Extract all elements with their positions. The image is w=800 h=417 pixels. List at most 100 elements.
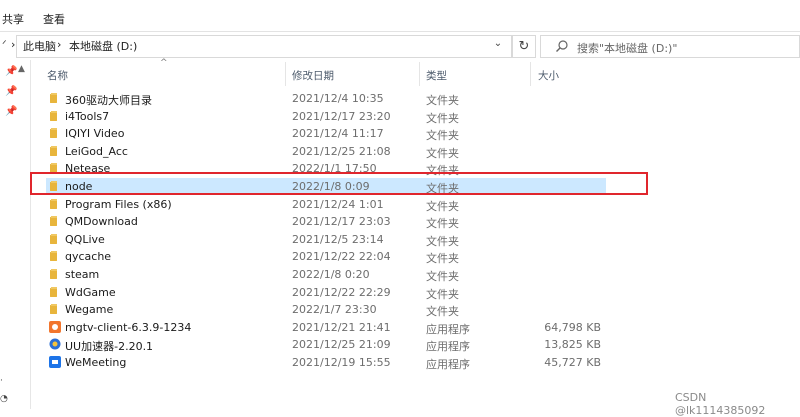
- folder-icon: [50, 233, 57, 244]
- file-date: 2021/12/17 23:20: [292, 109, 391, 123]
- pin-icon[interactable]: 📌: [5, 86, 17, 97]
- file-date: 2021/12/21 21:41: [292, 320, 391, 334]
- column-header-name[interactable]: 名称: [47, 68, 68, 83]
- file-size: 13,825 KB: [544, 338, 601, 352]
- file-row[interactable]: 360驱动大师目录 2021/12/4 10:35 文件夹: [46, 90, 606, 107]
- file-name: mgtv-client-6.3.9-1234: [65, 320, 192, 334]
- column-divider[interactable]: [419, 62, 420, 86]
- file-date: 2021/12/22 22:04: [292, 250, 391, 264]
- column-header-date[interactable]: 修改日期: [292, 68, 334, 83]
- file-date: 2021/12/4 10:35: [292, 92, 384, 105]
- mgtv-app-icon: [49, 320, 61, 333]
- navigation-pane[interactable]: 📌 📌 📌 ▲ · ◔: [0, 60, 31, 409]
- column-header-size[interactable]: 大小: [538, 68, 559, 83]
- file-date: 2021/12/5 23:14: [292, 232, 384, 246]
- folder-icon: [50, 269, 57, 279]
- folder-icon: [50, 304, 57, 315]
- folder-icon: [50, 251, 57, 262]
- file-name: QQLive: [65, 232, 105, 246]
- file-name: qycache: [65, 250, 112, 264]
- file-date: 2021/12/19 15:55: [292, 356, 391, 369]
- refresh-icon[interactable]: ↻: [512, 35, 536, 58]
- address-bar[interactable]: › 此电脑 › 本地磁盘 (D:): [11, 35, 512, 58]
- file-type: 文件夹: [426, 129, 459, 143]
- file-name: QMDownload: [65, 215, 138, 229]
- pin-icon[interactable]: 📌: [5, 66, 17, 77]
- file-row[interactable]: IQIYI Video 2021/12/4 11:17 文件夹: [46, 125, 606, 142]
- breadcrumb-this-pc[interactable]: 此电脑: [23, 38, 56, 54]
- file-name: UU加速器-2.20.1: [65, 340, 154, 354]
- breadcrumb-drive-d[interactable]: 本地磁盘 (D:): [69, 38, 137, 54]
- file-row[interactable]: mgtv-client-6.3.9-1234 2021/12/21 21:41 应用…: [46, 319, 606, 336]
- file-type: 文件夹: [426, 111, 459, 125]
- file-row[interactable]: Wegame 2022/1/7 23:30 文件夹: [46, 301, 606, 318]
- file-date: 2022/1/8 0:20: [292, 268, 370, 281]
- search-input[interactable]: 搜索"本地磁盘 (D:)": [540, 35, 800, 58]
- ribbon: ⁀ ⁀ 共享 查看: [0, 0, 800, 32]
- file-name: LeiGod_Acc: [65, 144, 128, 158]
- scroll-up-icon[interactable]: ▲: [18, 64, 25, 74]
- address-row: ᐟ › 此电脑 › 本地磁盘 (D:) ⌄ ↻ 搜索"本地磁盘 (D:)": [0, 32, 800, 60]
- file-date: 2021/12/4 11:17: [292, 127, 384, 141]
- file-type: 应用程序: [426, 322, 470, 336]
- breadcrumb-separator-icon[interactable]: ›: [57, 38, 61, 51]
- breadcrumb-chevron-icon[interactable]: ›: [11, 38, 15, 51]
- file-row[interactable]: WeMeeting 2021/12/19 15:55 应用程序 45,727 KB: [46, 354, 606, 371]
- file-row[interactable]: WdGame 2021/12/22 22:29 文件夹: [46, 284, 606, 301]
- file-name: 360驱动大师目录: [65, 94, 152, 107]
- file-type: 文件夹: [426, 217, 459, 231]
- file-row[interactable]: QQLive 2021/12/5 23:14 文件夹: [46, 231, 606, 248]
- nav-up-icon[interactable]: ᐟ: [2, 38, 7, 51]
- wemeeting-app-icon: [49, 356, 61, 368]
- file-date: 2021/12/22 22:29: [292, 285, 391, 299]
- nav-clipped-icon: ◔: [0, 394, 8, 404]
- search-icon: [556, 40, 568, 52]
- column-header-type[interactable]: 类型: [426, 68, 447, 83]
- file-row[interactable]: Program Files (x86) 2021/12/24 1:01 文件夹: [46, 196, 606, 213]
- file-type: 文件夹: [426, 146, 459, 160]
- file-name: Wegame: [65, 303, 114, 317]
- folder-icon: [50, 93, 57, 103]
- file-type: 应用程序: [426, 358, 470, 371]
- column-divider[interactable]: [530, 62, 531, 86]
- file-row[interactable]: UU加速器-2.20.1 2021/12/25 21:09 应用程序 13,825 K…: [46, 336, 606, 353]
- folder-icon: [50, 145, 57, 156]
- file-name: i4Tools7: [65, 109, 110, 123]
- file-row[interactable]: i4Tools7 2021/12/17 23:20 文件夹: [46, 108, 606, 125]
- file-size: 45,727 KB: [544, 356, 601, 369]
- address-dropdown-icon[interactable]: ⌄: [490, 38, 506, 54]
- file-row[interactable]: LeiGod_Acc 2021/12/25 21:08 文件夹: [46, 143, 606, 160]
- uu-app-icon: [49, 338, 61, 350]
- tab-view[interactable]: 查看: [43, 11, 65, 27]
- file-type: 应用程序: [426, 340, 470, 354]
- file-name: steam: [65, 268, 100, 281]
- file-name: Program Files (x86): [65, 197, 172, 211]
- file-date: 2021/12/25 21:09: [292, 338, 391, 352]
- folder-icon: [50, 216, 57, 227]
- file-type: 文件夹: [426, 252, 459, 266]
- folder-icon: [50, 110, 57, 121]
- file-type: 文件夹: [426, 199, 459, 213]
- file-type: 文件夹: [426, 234, 459, 248]
- file-type: 文件夹: [426, 305, 459, 319]
- sort-ascending-icon: ^: [160, 58, 168, 68]
- file-date: 2022/1/7 23:30: [292, 303, 377, 317]
- file-row[interactable]: steam 2022/1/8 0:20 文件夹: [46, 266, 606, 283]
- file-date: 2021/12/24 1:01: [292, 197, 384, 211]
- file-name: WeMeeting: [65, 356, 127, 369]
- file-row[interactable]: qycache 2021/12/22 22:04 文件夹: [46, 248, 606, 265]
- ribbon-clipped-text: ⁀ ⁀: [0, 0, 19, 5]
- file-date: 2021/12/17 23:03: [292, 215, 391, 229]
- pin-icon[interactable]: 📌: [5, 106, 17, 117]
- watermark: CSDN @lk1114385092: [675, 391, 766, 417]
- search-placeholder: 搜索"本地磁盘 (D:)": [577, 42, 678, 55]
- column-divider[interactable]: [285, 62, 286, 86]
- file-type: 文件夹: [426, 287, 459, 301]
- tab-share[interactable]: 共享: [2, 11, 24, 27]
- annotation-highlight-box: [30, 172, 648, 195]
- file-row[interactable]: QMDownload 2021/12/17 23:03 文件夹: [46, 213, 606, 230]
- nav-clipped-icon: ·: [0, 376, 3, 386]
- folder-icon: [50, 286, 57, 297]
- file-type: 文件夹: [426, 270, 459, 283]
- file-size: 64,798 KB: [544, 320, 601, 334]
